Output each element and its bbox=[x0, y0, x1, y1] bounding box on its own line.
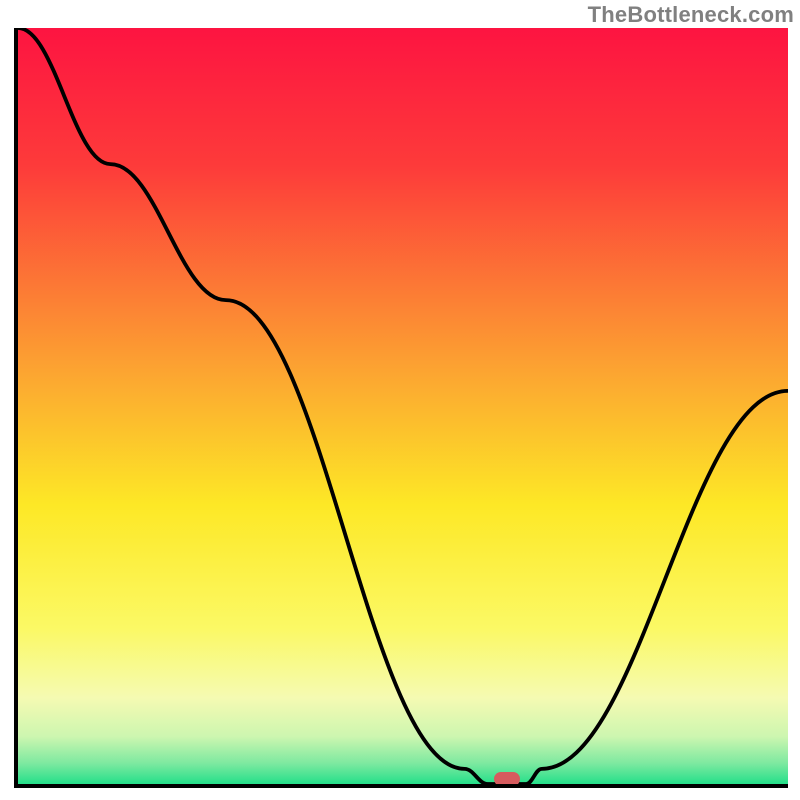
chart-plot-area bbox=[14, 28, 788, 788]
optimal-point-marker bbox=[494, 772, 520, 786]
bottleneck-curve bbox=[18, 28, 788, 784]
attribution-text: TheBottleneck.com bbox=[588, 2, 794, 28]
curve-path bbox=[18, 28, 788, 784]
